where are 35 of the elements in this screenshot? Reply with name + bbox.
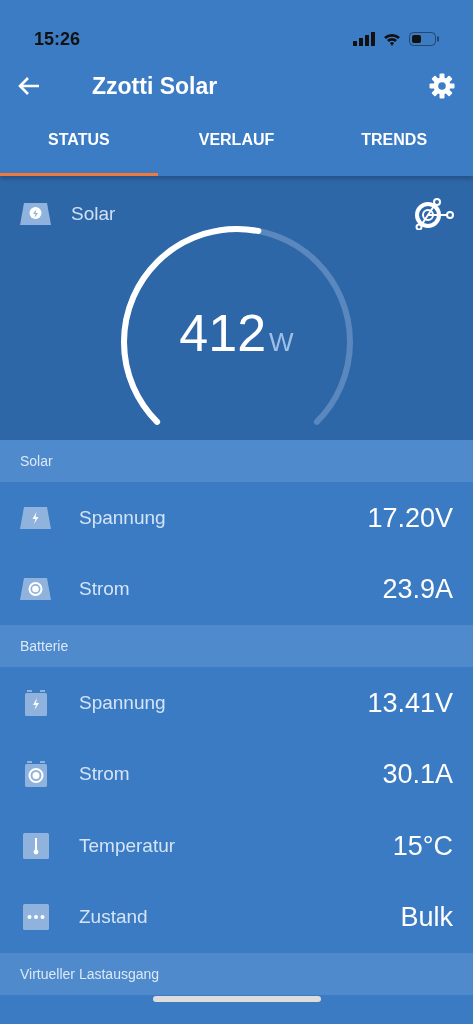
signal-icon <box>353 32 375 46</box>
status-time: 15:26 <box>34 27 81 51</box>
more-icon <box>22 904 49 931</box>
section-header: Solar <box>20 451 53 471</box>
row-value: 30.1A <box>382 758 453 791</box>
solar-panel-icon <box>20 203 51 225</box>
bolt-panel-icon <box>20 506 51 529</box>
section-header: Batterie <box>20 636 69 656</box>
gauge-value: 412 <box>179 303 267 364</box>
row-label: Spannung <box>79 690 166 715</box>
thermometer-icon <box>22 832 49 859</box>
row-value: 13.41V <box>367 686 453 720</box>
back-arrow-icon[interactable] <box>18 76 40 96</box>
row-value: 23.9A <box>382 573 453 606</box>
row-label: Zustand <box>79 905 148 929</box>
gauge-unit: W <box>269 326 294 359</box>
battery-icon <box>409 32 439 46</box>
row-value: 15°C <box>392 829 453 863</box>
row-label: Strom <box>79 577 130 601</box>
tab[interactable]: VERLAUF <box>157 112 316 176</box>
app-title: Zzotti Solar <box>92 71 218 101</box>
row-label: Spannung <box>79 505 166 530</box>
row-label: Strom <box>79 762 130 786</box>
battery-bolt-icon <box>23 689 48 716</box>
battery-target-icon <box>23 761 48 788</box>
row-value: 17.20V <box>367 501 453 535</box>
section-header: Virtueller Lastausgang <box>20 964 160 984</box>
tab[interactable]: TRENDS <box>315 112 473 176</box>
network-icon[interactable] <box>413 198 455 230</box>
row-label: Temperatur <box>79 833 176 858</box>
wifi-icon <box>383 32 401 46</box>
gauge-label: Solar <box>71 201 116 226</box>
row-value: Bulk <box>400 901 453 934</box>
settings-icon[interactable] <box>429 73 455 99</box>
target-panel-icon <box>20 578 51 601</box>
